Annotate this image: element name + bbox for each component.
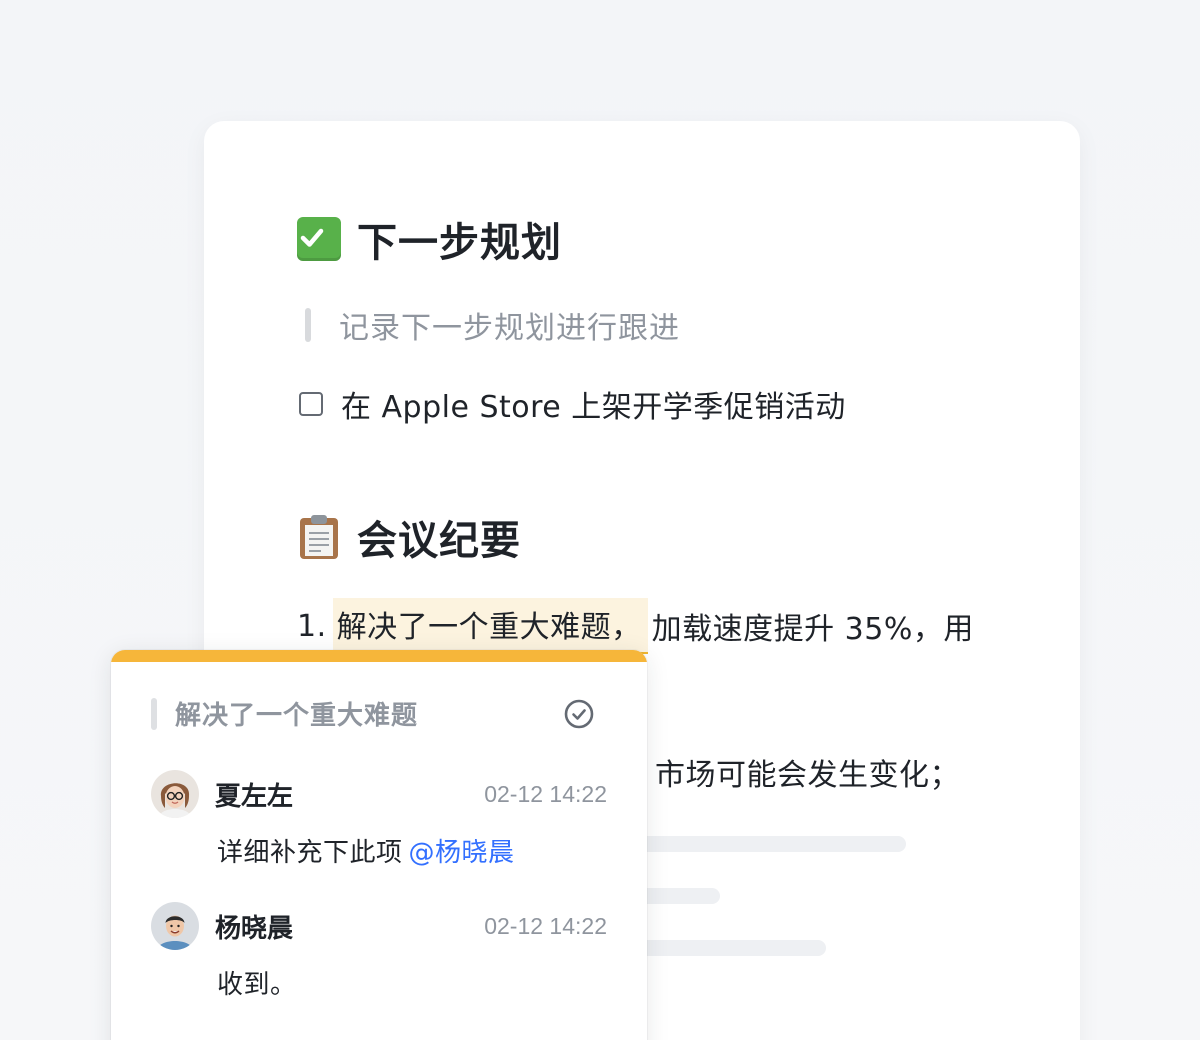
section-heading-plan: 下一步规划 bbox=[297, 210, 562, 268]
comment-time: 02-12 14:22 bbox=[484, 780, 607, 807]
comment-body: 收到。 bbox=[217, 964, 607, 1001]
comment-author: 杨晓晨 bbox=[215, 913, 294, 944]
quote-block: 记录下一步规划进行跟进 bbox=[305, 303, 680, 347]
quote-bar bbox=[305, 308, 311, 342]
quoted-reference: 解决了一个重大难题 bbox=[151, 695, 418, 732]
commented-highlight[interactable]: 解决了一个重大难题， bbox=[332, 598, 648, 654]
avatar[interactable] bbox=[151, 902, 199, 950]
comment-panel-header: 解决了一个重大难题 bbox=[151, 695, 595, 732]
clipboard-emoji bbox=[297, 515, 341, 559]
avatar[interactable] bbox=[151, 770, 199, 818]
comment-text: 详细补充下此项 bbox=[217, 838, 403, 868]
comment-author: 夏左左 bbox=[215, 781, 294, 812]
list-item-text[interactable]: 加载速度提升 35%，用 bbox=[652, 604, 974, 648]
minutes-text-line[interactable]: 市场可能会发生变化； bbox=[655, 750, 960, 794]
check-circle-icon[interactable] bbox=[563, 698, 595, 730]
quote-text: 记录下一步规划进行跟进 bbox=[339, 311, 680, 346]
comment-body: 详细补充下此项 @杨晓晨 bbox=[217, 832, 607, 869]
comment-item: 夏左左 02-12 14:22 详细补充下此项 @杨晓晨 bbox=[151, 770, 607, 869]
comment-panel: 解决了一个重大难题 夏左左 02-12 14:22 详细补充下此项 @杨晓晨 杨… bbox=[111, 650, 647, 1040]
section-title: 会议纪要 bbox=[357, 518, 521, 564]
todo-item: 在 Apple Store 上架开学季促销活动 bbox=[299, 382, 846, 426]
todo-checkbox[interactable] bbox=[299, 392, 323, 416]
check-mark-button-emoji bbox=[297, 217, 341, 261]
quoted-text: 解决了一个重大难题 bbox=[175, 701, 419, 731]
list-number: 1. bbox=[297, 608, 327, 644]
minutes-list-item-1: 1. 解决了一个重大难题， 加载速度提升 35%，用 bbox=[297, 598, 974, 654]
panel-accent-bar bbox=[111, 650, 647, 662]
comment-item: 杨晓晨 02-12 14:22 收到。 bbox=[151, 902, 607, 1001]
section-heading-minutes: 会议纪要 bbox=[297, 508, 521, 566]
comment-text: 收到。 bbox=[217, 970, 297, 1000]
todo-text[interactable]: 在 Apple Store 上架开学季促销活动 bbox=[341, 382, 846, 426]
section-title: 下一步规划 bbox=[357, 220, 562, 266]
mention-link[interactable]: @杨晓晨 bbox=[409, 838, 515, 868]
quote-bar bbox=[151, 697, 157, 730]
comment-time: 02-12 14:22 bbox=[484, 912, 607, 939]
